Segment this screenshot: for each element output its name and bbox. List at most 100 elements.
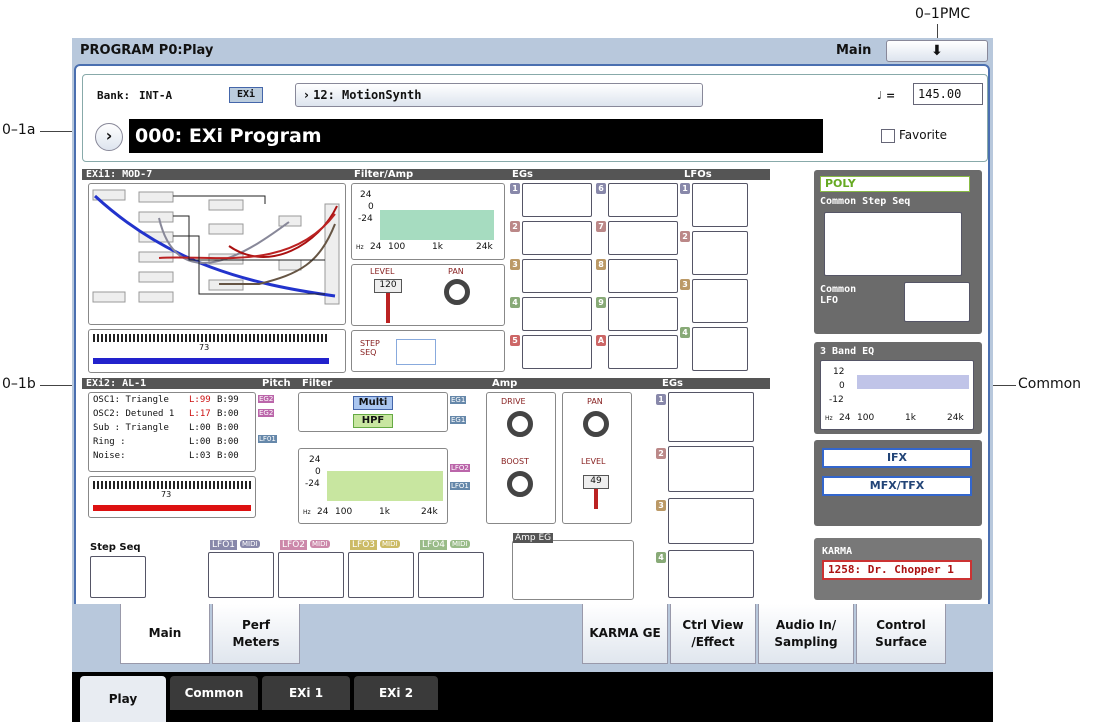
exi2-lfo1-thumb[interactable] <box>208 552 274 598</box>
mfx-tfx-button[interactable]: MFX/TFX <box>822 476 972 496</box>
tab-control-surface[interactable]: Control Surface <box>856 604 946 664</box>
common-step-seq-thumb[interactable] <box>824 212 962 276</box>
pan-label: PAN <box>448 267 464 276</box>
lfo4-thumb[interactable] <box>692 327 748 371</box>
eg7-thumb[interactable] <box>608 221 678 255</box>
filter-x-1k: 1k <box>379 507 390 517</box>
eg-num-a: A <box>596 335 606 346</box>
filter-y-neg24: -24 <box>358 214 373 224</box>
exi2-lfo3-thumb[interactable] <box>348 552 414 598</box>
osc-eg-badge: EG2 <box>258 409 275 417</box>
bottom-tab-bar: Play Common EXi 1 EXi 2 <box>72 672 993 722</box>
eg1-thumb[interactable] <box>522 183 592 217</box>
tab-main[interactable]: Main <box>120 604 210 664</box>
common-step-seq-label: Common Step Seq <box>820 196 911 207</box>
exi2-amp-eg[interactable]: Amp EG <box>512 533 634 600</box>
eg10-thumb[interactable] <box>608 335 678 369</box>
eq-title: 3 Band EQ <box>820 346 875 357</box>
favorite-label: Favorite <box>899 128 947 142</box>
exi2-amp-pan-level[interactable]: PAN LEVEL 49 <box>562 392 632 524</box>
lfo3-thumb[interactable] <box>692 279 748 323</box>
tab-common[interactable]: Common <box>170 676 258 710</box>
exi1-keyboard[interactable]: 73 <box>88 329 346 373</box>
eg3-thumb[interactable] <box>522 259 592 293</box>
lfo1-midi-badge: MIDI <box>240 540 260 548</box>
eq-y-12: 12 <box>833 367 845 377</box>
lfo3-label: LFO3 <box>350 540 378 550</box>
drive-knob[interactable] <box>507 411 533 437</box>
level-fader[interactable]: 120 <box>374 279 402 293</box>
bank-label: Bank: <box>97 89 131 102</box>
tab-ctrl-view-effect[interactable]: Ctrl View /Effect <box>670 604 756 664</box>
hpf-filter-badge: HPF <box>353 414 393 428</box>
eq-y-neg12: -12 <box>829 395 844 405</box>
filter-amp-label: Filter/Amp <box>354 169 414 180</box>
combi-select-button[interactable]: › 12: MotionSynth <box>295 83 703 107</box>
tab-play[interactable]: Play <box>80 676 166 722</box>
exi1-step-seq[interactable]: STEP SEQ <box>351 330 505 372</box>
tab-exi1[interactable]: EXi 1 <box>262 676 350 710</box>
common-lfo-label: Common LFO <box>820 284 857 306</box>
pan-knob[interactable] <box>444 279 470 305</box>
exi2-keyboard[interactable]: 73 <box>88 476 256 518</box>
exi1-level-pan[interactable]: LEVEL PAN 120 <box>351 264 505 326</box>
callout-common: Common <box>1018 376 1082 392</box>
filter-y-0: 0 <box>368 202 374 212</box>
exi2-amp-drive-boost[interactable]: DRIVE BOOST <box>486 392 556 524</box>
exi-badge: EXi <box>229 87 263 103</box>
poly-badge[interactable]: POLY <box>820 176 970 192</box>
exi2-filter-routing[interactable]: Multi HPF <box>298 392 448 432</box>
level-fader[interactable]: 49 <box>583 475 609 489</box>
page-title: PROGRAM P0:Play <box>80 43 214 58</box>
program-select-button[interactable]: › <box>95 123 123 151</box>
lfo2-thumb[interactable] <box>692 231 748 275</box>
egs-label: EGs <box>512 169 533 180</box>
lfo1-thumb[interactable] <box>692 183 748 227</box>
lfo3-midi-badge: MIDI <box>380 540 400 548</box>
tempo-field[interactable]: 145.00 <box>913 83 983 105</box>
exi2-lfo2-thumb[interactable] <box>278 552 344 598</box>
tab-audio-in-sampling[interactable]: Audio In/ Sampling <box>758 604 854 664</box>
exi2-eg-column: 1 2 3 4 <box>656 392 756 602</box>
level-label: LEVEL <box>370 267 395 276</box>
boost-knob[interactable] <box>507 471 533 497</box>
karma-gef-field[interactable]: 1258: Dr. Chopper 1 <box>822 560 972 580</box>
eg9-thumb[interactable] <box>608 297 678 331</box>
tab-karma-ge[interactable]: KARMA GE <box>582 604 668 664</box>
program-name-display[interactable]: 000: EXi Program <box>129 119 823 153</box>
exi2-eg2-thumb[interactable] <box>668 446 754 492</box>
common-lfo-thumb[interactable] <box>904 282 970 322</box>
program-play-screen: PROGRAM P0:Play Main ⬇ Bank: INT-A EXi ›… <box>72 38 993 722</box>
exi2-eg1-thumb[interactable] <box>668 392 754 442</box>
eg5-thumb[interactable] <box>522 335 592 369</box>
exi2-eg4-thumb[interactable] <box>668 550 754 598</box>
keyboard-keys <box>93 334 329 342</box>
eg-num-5: 5 <box>510 335 520 346</box>
exi2-eg3-thumb[interactable] <box>668 498 754 544</box>
exi2-filter-graph[interactable]: 24 0 -24 Hz 24 100 1k 24k <box>298 448 448 524</box>
karma-label: KARMA <box>822 546 853 557</box>
keyboard-range-bar <box>93 505 251 511</box>
eq-graph[interactable]: 12 0 -12 Hz 24 100 1k 24k <box>820 360 974 430</box>
eq-x-hz: Hz <box>825 415 833 422</box>
title-bar: PROGRAM P0:Play Main ⬇ <box>72 38 993 64</box>
pan-knob[interactable] <box>583 411 609 437</box>
eg6-thumb[interactable] <box>608 183 678 217</box>
tab-exi2[interactable]: EXi 2 <box>354 676 438 710</box>
eg2-thumb[interactable] <box>522 221 592 255</box>
exi2-lfo4-thumb[interactable] <box>418 552 484 598</box>
ifx-button[interactable]: IFX <box>822 448 972 468</box>
level-label: LEVEL <box>581 457 606 466</box>
eg8-thumb[interactable] <box>608 259 678 293</box>
favorite-checkbox[interactable] <box>881 129 895 143</box>
exi2-egs-label: EGs <box>662 378 683 389</box>
exi1-filter-graph[interactable]: 24 0 -24 Hz 24 100 1k 24k <box>351 183 505 260</box>
page-menu-button[interactable]: ⬇ <box>886 40 988 62</box>
eg-num-6: 6 <box>596 183 606 194</box>
exi2-step-seq-thumb[interactable] <box>90 556 146 598</box>
tab-perf-meters[interactable]: Perf Meters <box>212 604 300 664</box>
eg-num-4: 4 <box>510 297 520 308</box>
exi1-mod7-graph[interactable] <box>88 183 346 325</box>
exi2-osc-list[interactable]: OSC1: Triangle L:99 B:99 OSC2: Detuned 1 L:… <box>88 392 256 472</box>
eg4-thumb[interactable] <box>522 297 592 331</box>
